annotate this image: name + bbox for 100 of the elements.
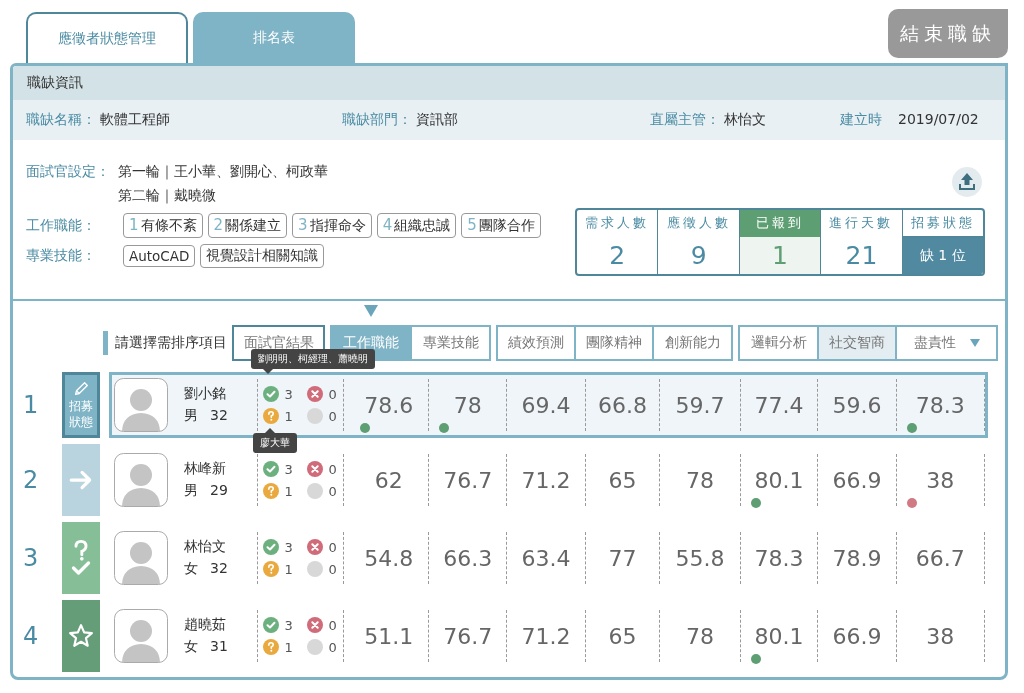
score-value: 71.2 — [521, 623, 571, 649]
none-count: 0 — [328, 408, 337, 424]
score-value: 78 — [686, 623, 714, 649]
cross-icon — [306, 386, 323, 402]
rank-number: 1 — [22, 390, 40, 421]
candidate-gender: 男 — [184, 482, 198, 500]
tab[interactable]: 應徵者狀態管理 — [26, 12, 188, 63]
score-value: 54.8 — [364, 545, 414, 571]
status-badge[interactable] — [62, 600, 100, 672]
pass-count: 3 — [284, 617, 293, 633]
candidate-gender: 女 — [184, 560, 198, 578]
cross-icon — [306, 617, 323, 633]
field-value: 2019/07/02 — [898, 111, 979, 127]
stat-label: 應徵人數 — [665, 214, 732, 232]
score-value: 78.3 — [754, 545, 804, 571]
score-value: 66.8 — [598, 392, 648, 418]
field-label: 面試官設定： — [26, 163, 111, 181]
score-value: 78.6 — [364, 392, 414, 418]
fail-count: 0 — [328, 617, 337, 633]
dot-icon — [306, 483, 323, 499]
score-value: 51.1 — [364, 623, 414, 649]
score-value: 66.7 — [915, 545, 965, 571]
score-value: 38 — [926, 467, 955, 493]
score-value: 66.9 — [832, 623, 882, 649]
score-value: 55.8 — [675, 545, 725, 571]
end-vacancy-button[interactable]: 結束職缺 — [888, 9, 1008, 58]
score-value: 69.4 — [521, 392, 571, 418]
stat-label: 需求人數 — [584, 214, 651, 232]
candidate-age: 31 — [210, 638, 228, 656]
pass-count: 3 — [284, 386, 293, 402]
sort-option[interactable]: 社交智商 — [819, 327, 895, 359]
question-icon — [262, 561, 279, 577]
score-value: 78 — [453, 392, 482, 418]
field-label: 專業技能： — [26, 247, 97, 265]
status-badge[interactable] — [62, 522, 100, 594]
candidate-row[interactable]: 趙曉茹 女 31 3 0 1 0 51.1 76.7 71.2 65 78 80.1 66.9 38 — [109, 600, 988, 672]
function-tag: 1 有條不紊 — [123, 213, 203, 238]
candidate-name: 林峰新 — [184, 460, 227, 478]
score-value: 66.3 — [443, 545, 493, 571]
rank-number: 4 — [22, 621, 40, 652]
dot-icon — [306, 561, 323, 577]
candidate-row[interactable]: 林怡文 女 32 3 0 1 0 54.8 66.3 63.4 77 55.8 78.3 78.9 66.7 — [109, 522, 988, 594]
stat-label: 已報到 — [739, 210, 821, 237]
fail-count: 0 — [328, 461, 337, 477]
interview-round: 第二輪｜戴曉微 — [118, 187, 217, 205]
stat-value: 21 — [844, 240, 879, 272]
field-value: 軟體工程師 — [100, 111, 170, 127]
stat-label: 進行天數 — [828, 214, 895, 232]
score-value: 78 — [686, 467, 714, 493]
check-icon — [262, 386, 279, 402]
score-value: 62 — [374, 467, 403, 493]
avatar-icon — [114, 453, 168, 507]
section-title: 職缺資訊 — [27, 74, 83, 92]
function-tag: 4組織忠誠 — [376, 213, 457, 238]
score-value: 38 — [926, 623, 955, 649]
function-tag: 5 團隊合作 — [461, 213, 541, 238]
sort-indicator-icon — [364, 305, 378, 317]
avatar-icon — [114, 378, 168, 432]
badge-label: 招募狀態 — [68, 397, 94, 431]
pending-count: 1 — [284, 483, 293, 499]
fail-count: 0 — [328, 386, 337, 402]
skill-tag: 視覺設計相關知識 — [200, 244, 325, 268]
none-count: 0 — [328, 561, 337, 577]
skill-tag: AutoCAD — [123, 245, 196, 267]
none-count: 0 — [328, 483, 337, 499]
score-value: 66.9 — [832, 467, 882, 493]
avatar-icon — [114, 609, 168, 663]
dot-icon — [306, 639, 323, 655]
sort-prompt: 請選擇需排序項目 — [115, 334, 227, 352]
cross-icon — [306, 461, 323, 477]
candidate-gender: 男 — [184, 407, 198, 425]
check-icon — [262, 539, 279, 555]
tooltip-pointer-icon — [264, 428, 275, 433]
interview-round: 第一輪｜王小華、劉開心、柯政華 — [118, 163, 328, 181]
field-label: 工作職能： — [26, 216, 97, 235]
score-value: 78.3 — [915, 392, 965, 418]
star-icon — [68, 623, 94, 649]
score-value: 77.4 — [754, 392, 804, 418]
rank-number: 2 — [22, 465, 40, 496]
candidate-name: 趙曉茹 — [184, 616, 227, 634]
accent-bar — [103, 331, 108, 355]
cross-icon — [306, 539, 323, 555]
score-value: 71.2 — [521, 467, 571, 493]
score-value: 76.7 — [443, 467, 493, 493]
score-value: 76.7 — [443, 623, 493, 649]
question-icon — [262, 483, 279, 499]
question-check-icon — [71, 538, 91, 578]
field-label: 職缺名稱： — [26, 111, 96, 127]
check-icon — [262, 461, 279, 477]
candidate-age: 32 — [210, 560, 228, 578]
stat-value: 2 — [608, 240, 627, 272]
score-value: 77 — [608, 545, 637, 571]
score-value: 63.4 — [521, 545, 571, 571]
score-value: 59.6 — [832, 392, 882, 418]
candidate-age: 32 — [210, 407, 228, 425]
field-label: 職缺部門： — [342, 111, 412, 127]
upload-icon[interactable] — [952, 167, 982, 197]
field-label: 建立時 — [840, 111, 882, 127]
dot-icon — [306, 408, 323, 424]
score-value: 65 — [608, 623, 637, 649]
